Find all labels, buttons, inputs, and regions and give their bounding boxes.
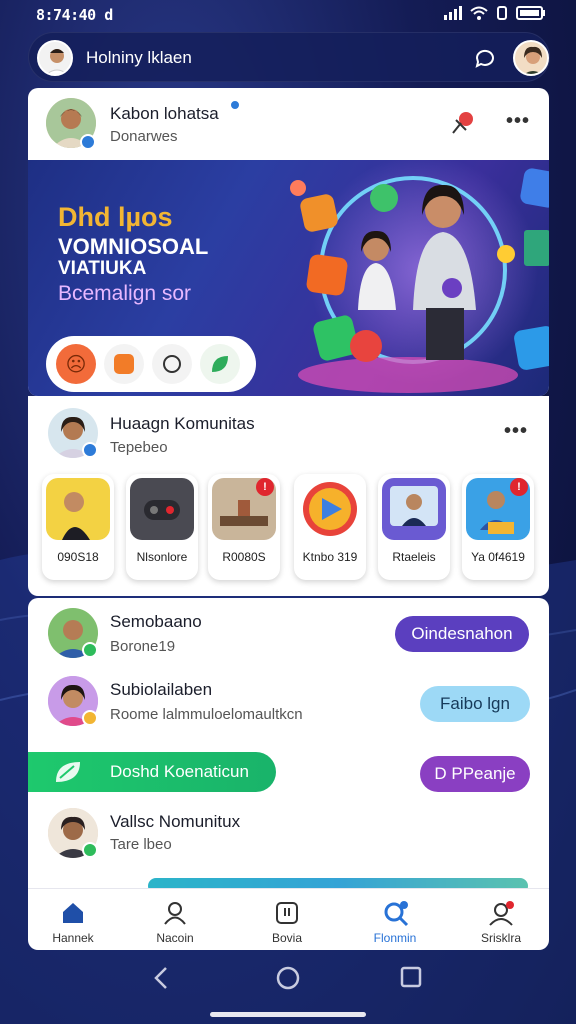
status-badge-icon bbox=[82, 842, 98, 858]
member-name: Subiolailaben bbox=[110, 680, 213, 699]
peek-banner bbox=[148, 878, 528, 888]
story-label: Ya 0f4619 bbox=[471, 550, 525, 564]
system-navigation bbox=[0, 950, 576, 1024]
purple-action-button[interactable]: D PPeanje bbox=[420, 756, 530, 792]
story-label: R0080S bbox=[222, 550, 266, 564]
status-bar: 8:74:40 d bbox=[0, 0, 576, 30]
battery-icon bbox=[516, 6, 545, 20]
home-icon bbox=[63, 903, 83, 923]
home-circle-icon[interactable] bbox=[276, 966, 300, 990]
nav-label: Srisklra bbox=[480, 931, 521, 945]
community-card: Huaagn Komunitas Tepebeo ••• 090S18 Nlso… bbox=[28, 396, 549, 596]
nav-label: Bovia bbox=[271, 931, 303, 945]
leaf-icon[interactable] bbox=[200, 344, 240, 384]
profile-avatar[interactable] bbox=[513, 40, 549, 76]
member-name: Semobaano bbox=[110, 612, 202, 631]
status-badge-icon bbox=[82, 710, 98, 726]
vibrate-icon bbox=[497, 6, 507, 20]
hero-line-3: VIATIUKA bbox=[58, 258, 147, 279]
status-time: 8:74:40 d bbox=[36, 6, 113, 24]
recents-icon[interactable] bbox=[400, 966, 422, 988]
verified-badge-icon bbox=[82, 442, 98, 458]
hero-line-2: VOMNIOSOAL bbox=[58, 234, 209, 259]
verified-badge-icon bbox=[80, 134, 96, 150]
leaf-icon bbox=[56, 762, 80, 782]
nav-home[interactable]: Hannek bbox=[28, 889, 118, 951]
hero-line-1: Dhd lµos bbox=[58, 202, 173, 232]
story-label: Nlsonlore bbox=[136, 550, 188, 564]
community-title[interactable]: Huaagn Komunitas bbox=[110, 414, 255, 434]
story-card[interactable]: ! Ya 0f4619 bbox=[462, 474, 534, 580]
story-thumbnail bbox=[130, 478, 194, 540]
story-card[interactable]: ! R0080S bbox=[208, 474, 280, 580]
pin-icon[interactable] bbox=[448, 108, 478, 138]
angry-face-icon[interactable]: ☹ bbox=[56, 344, 96, 384]
chat-icon[interactable] bbox=[473, 46, 497, 70]
fire-icon[interactable] bbox=[104, 344, 144, 384]
member-subtitle: Borone19 bbox=[110, 638, 176, 655]
status-badge-icon bbox=[82, 642, 98, 658]
hero-line-4: Bcemalign sor bbox=[58, 282, 192, 305]
green-action-label: Doshd Koenaticun bbox=[110, 762, 249, 781]
more-options-icon[interactable]: ••• bbox=[504, 420, 528, 443]
home-indicator[interactable] bbox=[210, 1012, 366, 1017]
signal-icon bbox=[444, 6, 462, 20]
user-avatar[interactable] bbox=[37, 40, 73, 76]
user-icon bbox=[489, 901, 514, 926]
story-card[interactable]: 090S18 bbox=[42, 474, 114, 580]
post-card: Kabon lohatsa Donarwes ••• Dhd lµos VOMN… bbox=[28, 88, 549, 396]
chat-bubble-icon[interactable] bbox=[152, 344, 192, 384]
story-card[interactable]: Nlsonlore bbox=[126, 474, 198, 580]
bookmark-icon bbox=[276, 902, 298, 924]
green-action-bar[interactable]: Doshd Koenaticun bbox=[28, 752, 276, 792]
story-card[interactable]: Ktnbo 319 bbox=[294, 474, 366, 580]
post-subtitle: Donarwes bbox=[110, 128, 178, 145]
story-card[interactable]: Rtaeleis bbox=[378, 474, 450, 580]
bottom-navigation: Hannek Nacoin Bovia Flonmin Srisklra bbox=[28, 888, 549, 950]
story-thumbnail bbox=[46, 478, 110, 540]
member-name: Vallsc Nomunitux bbox=[110, 812, 241, 831]
follow-button[interactable]: Faibo lgn bbox=[420, 686, 530, 722]
notification-badge: ! bbox=[510, 478, 528, 496]
post-author-name[interactable]: Kabon lohatsa bbox=[110, 104, 219, 124]
nav-label: Flonmin bbox=[373, 931, 417, 945]
notification-badge: ! bbox=[256, 478, 274, 496]
story-thumbnail bbox=[298, 478, 362, 540]
story-label: Ktnbo 319 bbox=[302, 550, 358, 564]
nav-label: Nacoin bbox=[156, 931, 194, 945]
online-dot-icon bbox=[230, 100, 240, 110]
story-thumbnail bbox=[382, 478, 446, 540]
more-options-icon[interactable]: ••• bbox=[506, 110, 530, 133]
story-label: 090S18 bbox=[57, 550, 99, 564]
post-header: Kabon lohatsa Donarwes ••• bbox=[28, 88, 549, 160]
back-icon[interactable] bbox=[150, 966, 172, 990]
wifi-icon bbox=[470, 6, 488, 20]
nav-search[interactable]: Flonmin bbox=[350, 889, 440, 951]
join-button[interactable]: Oindesnahon bbox=[395, 616, 529, 652]
story-label: Rtaeleis bbox=[392, 550, 436, 564]
community-list-card: Semobaano Borone19 Oindesnahon Subiolail… bbox=[28, 598, 549, 888]
nav-profile[interactable]: Nacoin bbox=[130, 889, 220, 951]
nav-bookmarks[interactable]: Bovia bbox=[242, 889, 332, 951]
community-subtitle: Tepebeo bbox=[110, 439, 168, 456]
nav-account[interactable]: Srisklra bbox=[456, 889, 546, 951]
hero-illustration bbox=[290, 160, 549, 393]
reaction-bar: ☹ bbox=[46, 336, 256, 392]
app-title: Holniny lklaen bbox=[86, 48, 192, 67]
member-subtitle: Roome lalmmuloelomaultkcn bbox=[110, 706, 303, 723]
member-subtitle: Tare lbeo bbox=[110, 836, 172, 853]
top-app-bar: Holniny lklaen bbox=[28, 32, 550, 82]
profile-icon bbox=[164, 902, 186, 925]
search-icon bbox=[384, 901, 409, 927]
nav-label: Hannek bbox=[52, 931, 94, 945]
